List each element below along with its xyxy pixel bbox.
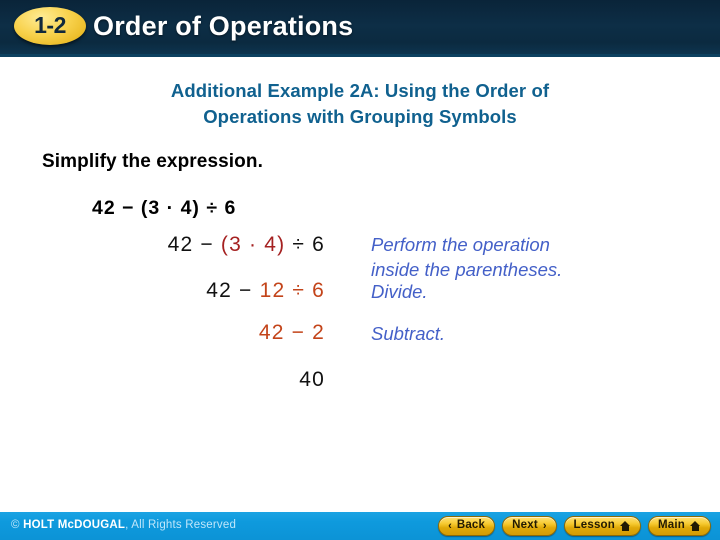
work-row: 42 − 2 Subtract. [0, 320, 720, 360]
problem-expression: 42 − (3 · 4) ÷ 6 [92, 197, 237, 219]
work-step-expression: 42 − 12 ÷ 6 [206, 279, 325, 303]
nav-button-label: Main [658, 519, 685, 532]
expression-segment: ÷ 6 [285, 233, 325, 256]
copyright-brand: HOLT McDOUGAL [23, 519, 126, 531]
example-heading-line-2: Operations with Grouping Symbols [203, 106, 517, 127]
page-title: Order of Operations [93, 10, 354, 41]
lesson-number-label: 1-2 [34, 11, 66, 38]
work-step-expression: 42 − 2 [259, 321, 325, 345]
nav-button-back[interactable]: ‹ Back [438, 516, 496, 536]
home-icon [690, 521, 701, 531]
chevron-left-icon: ‹ [448, 519, 452, 532]
nav-button-main[interactable]: Main [648, 516, 711, 536]
expression-segment: (3 · 4) [220, 233, 286, 256]
work-step-note: Subtract. [371, 321, 445, 346]
copyright-rest: , All Rights Reserved [125, 519, 237, 531]
nav-button-label: Back [456, 519, 486, 532]
slide-content: Additional Example 2A: Using the Order o… [0, 57, 720, 512]
work-step-note: Perform the operation inside the parenth… [371, 232, 562, 282]
work-step-note-line-1: Divide. [371, 281, 428, 302]
nav-button-label: Next [512, 519, 538, 532]
expression-segment: 40 [299, 368, 325, 391]
copyright-text: © HOLT McDOUGAL, All Rights Reserved [11, 519, 236, 531]
expression-segment: 12 ÷ 6 [259, 279, 325, 302]
work-step-note-line-1: Subtract. [371, 323, 446, 344]
nav-button-next[interactable]: Next › [502, 516, 557, 536]
chevron-right-icon: › [542, 519, 547, 532]
navigation-buttons: ‹ Back Next › Lesson Main [438, 516, 711, 536]
example-heading-line-1: Additional Example 2A: Using the Order o… [170, 80, 550, 101]
expression-segment: 42 − [167, 233, 221, 256]
nav-button-lesson[interactable]: Lesson [563, 516, 641, 536]
header-bar: 1-2 Order of Operations [0, 0, 720, 57]
work-row: 42 − (3 · 4) ÷ 6 Perform the operation i… [0, 232, 720, 280]
work-row: 42 − 12 ÷ 6 Divide. [0, 278, 720, 318]
nav-button-label: Lesson [573, 519, 615, 532]
work-row: 40 [0, 367, 720, 407]
work-step-result: 40 [299, 368, 325, 392]
work-step-note: Divide. [371, 279, 428, 304]
work-step-note-line-1: Perform the operation [371, 234, 550, 255]
copyright-mark: © [11, 519, 24, 531]
lesson-number-badge: 1-2 [14, 7, 86, 45]
instruction-text: Simplify the expression. [42, 151, 263, 172]
expression-segment: 42 − [206, 279, 260, 302]
example-heading: Additional Example 2A: Using the Order o… [0, 78, 720, 130]
work-step-expression: 42 − (3 · 4) ÷ 6 [168, 233, 325, 257]
footer-bar: © HOLT McDOUGAL, All Rights Reserved ‹ Ba… [0, 512, 720, 540]
expression-segment: 42 − 2 [258, 321, 325, 344]
home-icon [620, 521, 631, 531]
